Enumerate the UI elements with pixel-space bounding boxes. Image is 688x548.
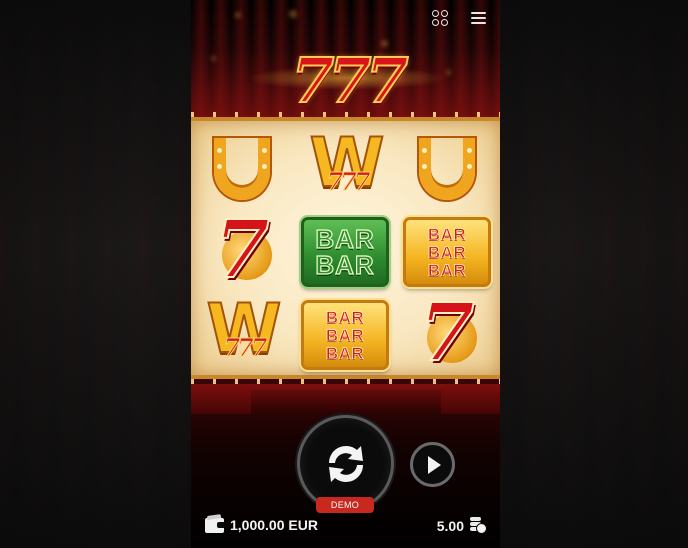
sparkle [235, 12, 241, 18]
game-logo: 777 [247, 43, 447, 118]
symbol-wild: W 777 [196, 290, 288, 374]
symbol-triple-bar: BAR BAR BAR [299, 296, 391, 374]
wild-icon: W 777 [308, 124, 385, 203]
symbol-horseshoe [401, 130, 493, 208]
double-bar-icon: BAR BAR [301, 217, 389, 287]
symbol-seven: 7 [196, 203, 288, 295]
symbol-triple-bar: BAR BAR BAR [401, 213, 493, 291]
slot-game-panel: 777 7 W 777 W 777 BAR BAR BAR BAR BAR BA… [191, 0, 500, 548]
balance-value: 1,000.00 EUR [230, 517, 318, 533]
seven-icon: 7 [210, 203, 274, 295]
game-screen: 777 7 W 777 W 777 BAR BAR BAR BAR BAR BA… [0, 0, 688, 548]
symbol-horseshoe [196, 130, 288, 208]
triple-bar-icon: BAR BAR BAR [301, 300, 389, 370]
wallet-icon [205, 517, 224, 533]
background-shade-left [0, 0, 191, 548]
play-icon [428, 455, 441, 474]
bet-selector[interactable]: 5.00 [437, 517, 488, 534]
reel-grid: 7 W 777 W 777 BAR BAR BAR BAR BAR BAR BA… [191, 112, 500, 384]
sparkle [289, 10, 297, 18]
triple-bar-icon: BAR BAR BAR [403, 217, 491, 287]
sparkle [211, 56, 216, 61]
symbol-wild: W 777 [299, 124, 391, 208]
coins-icon [470, 517, 488, 534]
stage-floor [191, 384, 500, 414]
balance-display: 1,000.00 EUR [205, 517, 318, 533]
background-shade-right [500, 0, 688, 548]
hamburger-menu-icon[interactable] [468, 9, 488, 27]
horseshoe-icon [214, 138, 270, 200]
symbol-seven: 7 [401, 286, 493, 378]
demo-badge: DEMO [316, 497, 374, 513]
logo-text: 777 [290, 43, 409, 118]
autoplay-button[interactable] [410, 442, 455, 487]
symbol-double-bar: BAR BAR [299, 213, 391, 291]
bet-value: 5.00 [436, 517, 464, 534]
horseshoe-icon [419, 138, 475, 200]
wild-icon: W 777 [205, 290, 282, 369]
spin-refresh-icon [328, 445, 363, 482]
seven-icon: 7 [415, 286, 479, 378]
apps-icon[interactable] [431, 9, 451, 27]
